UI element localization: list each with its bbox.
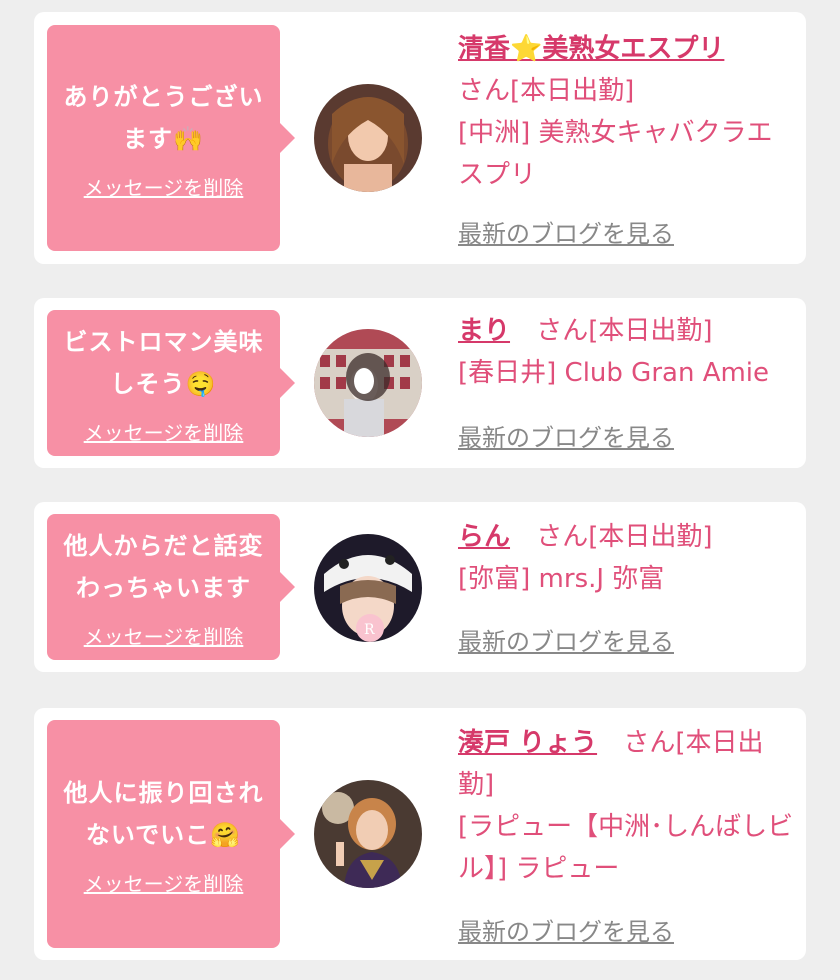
view-blog-link[interactable]: 最新のブログを見る [458, 214, 674, 249]
view-blog-link[interactable]: 最新のブログを見る [458, 912, 674, 947]
message-bubble: 他人からだと話変 わっちゃいます メッセージを削除 [47, 514, 295, 660]
message-text: 他人に振り回され ないでいこ🤗 [63, 778, 264, 849]
delete-message-link[interactable]: メッセージを削除 [84, 621, 244, 650]
message-bubble: 他人に振り回され ないでいこ🤗 メッセージを削除 [47, 720, 295, 948]
svg-text:R: R [364, 622, 375, 638]
view-blog-link[interactable]: 最新のブログを見る [458, 418, 674, 453]
cast-info: 清香⭐美熟女エスプリ さん[本日出勤] [中洲] 美熟女キャバクラエスプリ [458, 28, 794, 196]
avatar[interactable] [314, 329, 422, 437]
message-card: 他人に振り回され ないでいこ🤗 メッセージを削除 湊戸 りょう さん[本日出勤]… [34, 708, 806, 960]
delete-message-link[interactable]: メッセージを削除 [84, 417, 244, 446]
shop-name: [弥富] mrs.J 弥富 [458, 564, 665, 594]
avatar[interactable] [314, 780, 422, 888]
shop-name: [ラピュー【中洲･しんばしビル】] ラピュー [458, 812, 794, 884]
cast-status: さん[本日出勤] [458, 76, 635, 106]
message-text: ビストロマン美味 しそう🤤 [63, 327, 264, 398]
avatar[interactable] [314, 84, 422, 192]
view-blog-link[interactable]: 最新のブログを見る [458, 622, 674, 657]
cast-name-link[interactable]: 湊戸 りょう [458, 728, 597, 758]
cast-name-link[interactable]: まり [458, 316, 510, 346]
cast-info: 湊戸 りょう さん[本日出勤] [ラピュー【中洲･しんばしビル】] ラピュー [458, 722, 794, 890]
message-bubble: ありがとうござい ます🙌 メッセージを削除 [47, 25, 295, 251]
message-card: ありがとうござい ます🙌 メッセージを削除 清香⭐美熟女エスプリ さん[本日出勤… [34, 12, 806, 264]
cast-status: さん[本日出勤] [536, 316, 713, 346]
shop-name: [中洲] 美熟女キャバクラエスプリ [458, 118, 773, 190]
delete-message-link[interactable]: メッセージを削除 [84, 868, 244, 897]
delete-message-link[interactable]: メッセージを削除 [84, 172, 244, 201]
message-text: 他人からだと話変 わっちゃいます [63, 531, 264, 602]
avatar[interactable]: R [314, 534, 422, 642]
cast-info: まり さん[本日出勤] [春日井] Club Gran Amie [458, 310, 794, 394]
cast-status: さん[本日出勤] [536, 522, 713, 552]
cast-name-link[interactable]: らん [458, 522, 510, 552]
message-text: ありがとうござい ます🙌 [63, 82, 264, 153]
message-card: ビストロマン美味 しそう🤤 メッセージを削除 まり さん[本日出勤] [春日井]… [34, 298, 806, 468]
cast-name-link[interactable]: 清香⭐美熟女エスプリ [458, 34, 724, 64]
message-bubble: ビストロマン美味 しそう🤤 メッセージを削除 [47, 310, 295, 456]
cast-info: らん さん[本日出勤] [弥富] mrs.J 弥富 [458, 516, 794, 600]
shop-name: [春日井] Club Gran Amie [458, 358, 770, 388]
message-card: 他人からだと話変 わっちゃいます メッセージを削除 R らん さん[本日出勤] … [34, 502, 806, 672]
